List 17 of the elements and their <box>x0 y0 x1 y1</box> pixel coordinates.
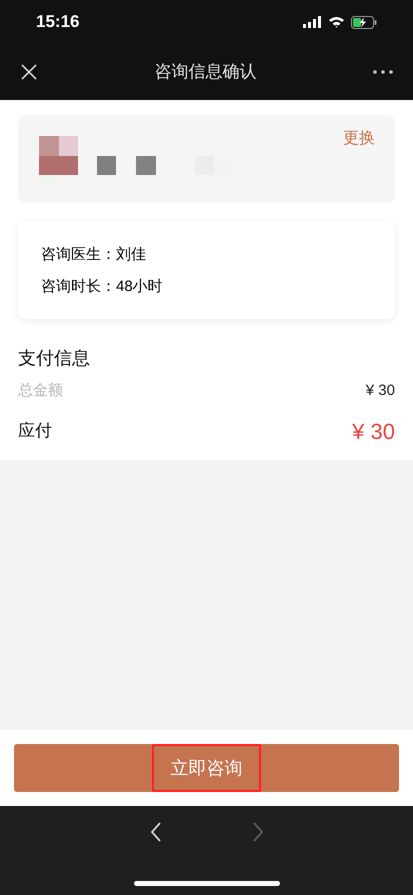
wifi-icon <box>328 16 345 28</box>
amount-label: 应付 <box>18 420 52 442</box>
consult-now-button[interactable]: 立即咨询 <box>14 744 399 792</box>
amount-value: ¥ 30 <box>352 418 395 446</box>
battery-charging-icon <box>351 16 377 28</box>
signal-icon <box>303 16 322 28</box>
back-icon[interactable] <box>150 822 162 842</box>
amount-value: ¥ 30 <box>366 381 395 401</box>
change-link[interactable]: 更换 <box>343 129 375 149</box>
more-icon[interactable] <box>373 70 393 74</box>
consult-info-text: 咨询时长：48小时 <box>41 277 164 297</box>
amount-label: 总金额 <box>18 381 63 401</box>
section-title: 支付信息 <box>18 347 91 370</box>
close-icon[interactable] <box>20 63 38 81</box>
page-title: 咨询信息确认 <box>154 61 256 84</box>
consult-info-text: 咨询医生：刘佳 <box>41 245 147 265</box>
status-time: 15:16 <box>36 11 80 34</box>
